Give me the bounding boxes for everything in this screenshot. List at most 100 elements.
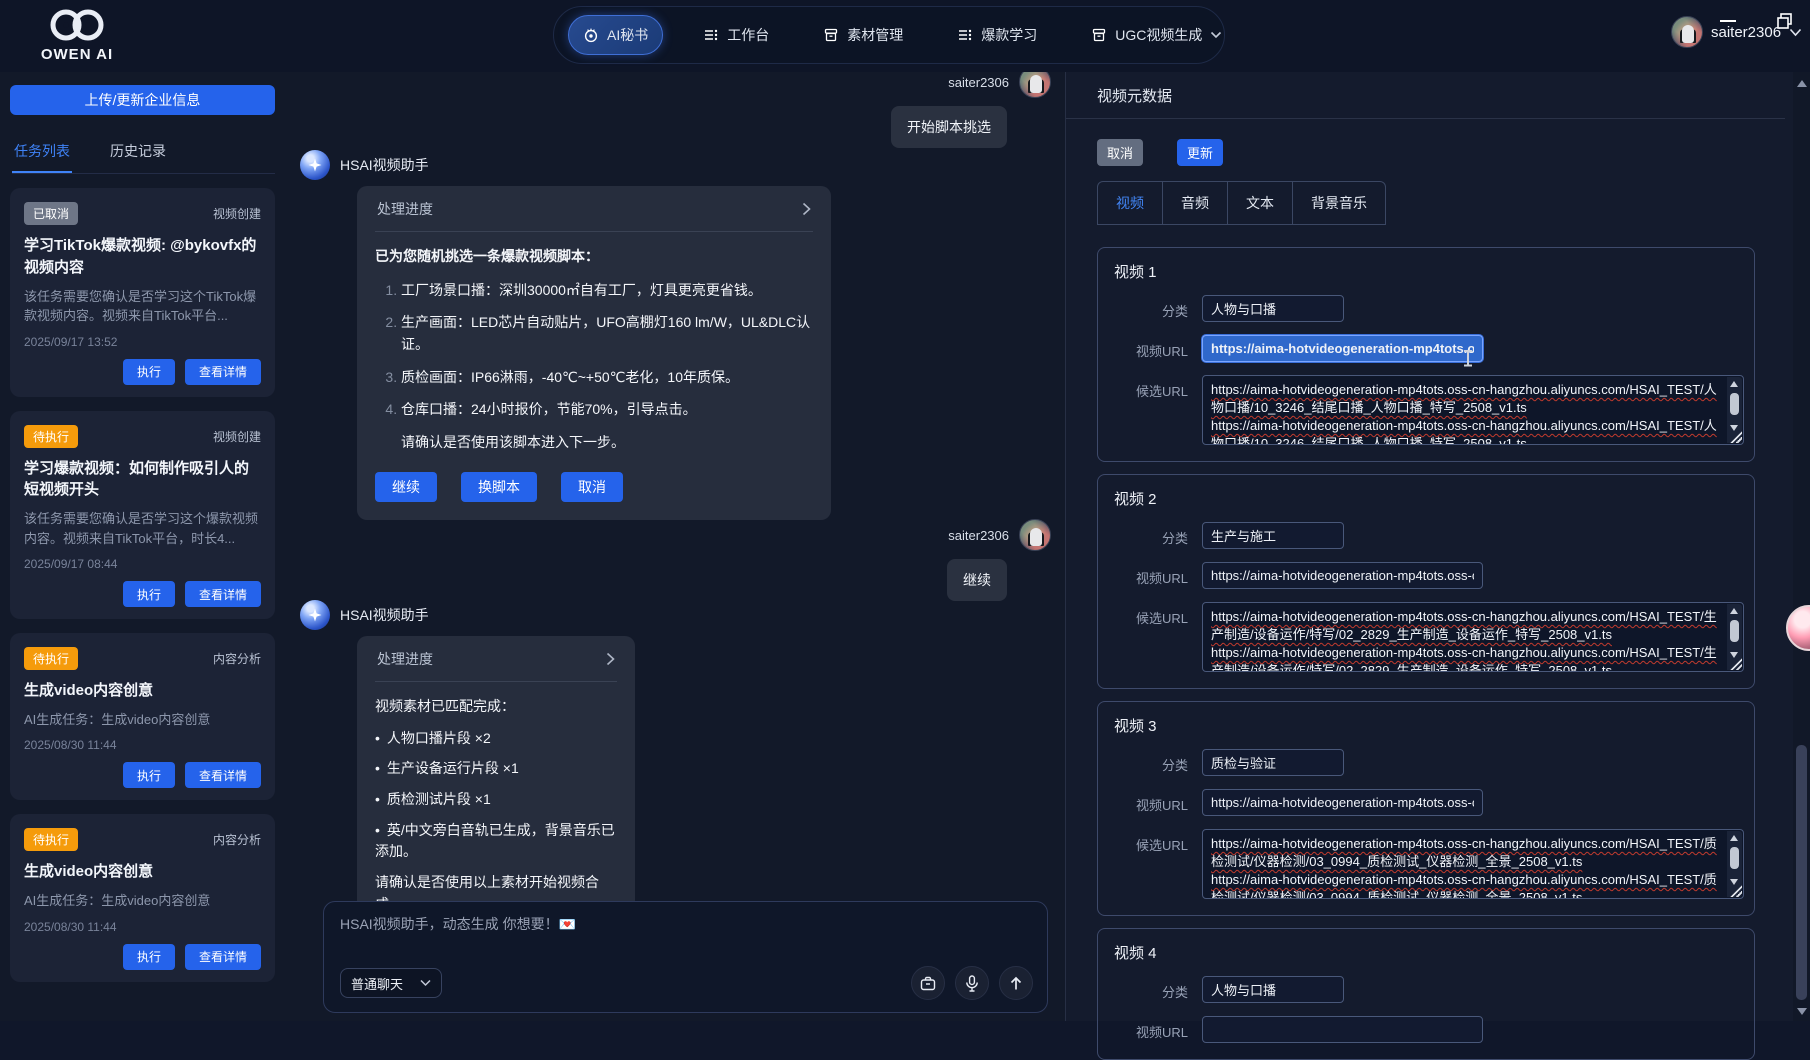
assistant-message: HSAI视频助手 处理进度 已为您随机挑选一条爆款视频脚本： 工厂场景口播：深圳… xyxy=(300,150,831,520)
task-sidebar: 上传/更新企业信息 任务列表 历史记录 已取消 视频创建 学习TikTok爆款视… xyxy=(0,72,285,1021)
infinity-logo-icon xyxy=(42,4,112,46)
user-message: saiter2306 继续 xyxy=(947,519,1051,601)
text-cursor-pointer xyxy=(1463,350,1473,366)
upload-company-info-button[interactable]: 上传/更新企业信息 xyxy=(10,85,275,115)
task-title: 学习TikTok爆款视频: @bykovfx的视频内容 xyxy=(24,235,261,279)
message-intro: 视频素材已匹配完成： xyxy=(375,696,617,718)
scroll-down-icon[interactable] xyxy=(1797,1008,1807,1015)
list-icon xyxy=(957,27,973,43)
view-detail-button[interactable]: 查看详情 xyxy=(185,944,261,970)
user-message-bubble: 继续 xyxy=(947,559,1007,601)
candidate-url-textarea[interactable]: https://aima-hotvideogeneration-mp4tots.… xyxy=(1202,829,1744,899)
scroll-up-icon[interactable] xyxy=(1730,608,1738,614)
execute-button[interactable]: 执行 xyxy=(123,359,175,385)
task-date: 2025/09/17 08:44 xyxy=(24,557,261,571)
toolbox-button[interactable] xyxy=(911,966,945,1000)
view-detail-button[interactable]: 查看详情 xyxy=(185,359,261,385)
task-type: 内容分析 xyxy=(213,831,261,848)
chat-input[interactable] xyxy=(340,916,1031,932)
category-input[interactable] xyxy=(1202,976,1344,1003)
nav-tab-material-manage[interactable]: 素材管理 xyxy=(809,16,917,54)
scrollbar-thumb[interactable] xyxy=(1730,393,1739,415)
video-section-title: 视频 4 xyxy=(1114,942,1738,963)
tab-bgm[interactable]: 背景音乐 xyxy=(1292,181,1386,225)
nav-tab-ugc-video[interactable]: UGC视频生成 xyxy=(1077,16,1236,54)
category-input[interactable] xyxy=(1202,295,1344,322)
main-scrollbar[interactable] xyxy=(1793,72,1810,1021)
tab-task-list[interactable]: 任务列表 xyxy=(12,133,72,173)
candidate-url: https://aima-hotvideogeneration-mp4tots.… xyxy=(1211,871,1719,899)
nav-tab-ai-secretary[interactable]: AI秘书 xyxy=(568,15,663,55)
chevron-down-icon xyxy=(1210,31,1222,39)
nav-tab-hot-learning[interactable]: 爆款学习 xyxy=(943,16,1051,54)
category-input[interactable] xyxy=(1202,522,1344,549)
switch-script-button[interactable]: 换脚本 xyxy=(461,472,537,502)
nav-tab-group: AI秘书 工作台 素材管理 爆款学习 xyxy=(553,6,1225,64)
chat-mode-select[interactable]: 普通聊天 xyxy=(340,968,442,998)
status-badge: 待执行 xyxy=(24,647,78,670)
chevron-right-icon xyxy=(802,202,811,216)
resize-grip[interactable] xyxy=(1729,657,1742,670)
scrollbar-thumb[interactable] xyxy=(1730,620,1739,642)
briefcase-icon xyxy=(920,976,936,991)
progress-header[interactable]: 处理进度 xyxy=(375,636,617,682)
category-label: 分类 xyxy=(1114,522,1188,547)
task-date: 2025/08/30 11:44 xyxy=(24,920,261,934)
video-url-input[interactable] xyxy=(1202,562,1483,589)
resize-grip[interactable] xyxy=(1729,884,1742,897)
video-url-input[interactable] xyxy=(1202,1016,1483,1043)
view-detail-button[interactable]: 查看详情 xyxy=(185,762,261,788)
user-menu[interactable]: saiter2306 xyxy=(1671,16,1802,48)
task-description: AI生成任务：生成video内容创意 xyxy=(24,710,261,730)
continue-button[interactable]: 继续 xyxy=(375,472,437,502)
scroll-up-icon[interactable] xyxy=(1730,835,1738,841)
video-url-label: 视频URL xyxy=(1114,1016,1188,1041)
cancel-button[interactable]: 取消 xyxy=(561,472,623,502)
archive-icon xyxy=(1091,27,1107,43)
execute-button[interactable]: 执行 xyxy=(123,581,175,607)
tab-video[interactable]: 视频 xyxy=(1097,181,1163,225)
resize-grip[interactable] xyxy=(1729,430,1742,443)
logo-text: OWEN AI xyxy=(22,46,132,63)
metadata-cancel-button[interactable]: 取消 xyxy=(1097,139,1143,166)
metadata-update-button[interactable]: 更新 xyxy=(1177,139,1223,166)
tab-history[interactable]: 历史记录 xyxy=(108,133,168,173)
top-navigation: OWEN AI AI秘书 工作台 素材管理 xyxy=(0,0,1810,72)
panel-title: 视频元数据 xyxy=(1097,85,1785,106)
video-section: 视频 2 分类 视频URL 候选URL https://aima-hotvide… xyxy=(1097,474,1755,689)
material-list-item: 人物口播片段 ×2 xyxy=(375,728,617,750)
category-input[interactable] xyxy=(1202,749,1344,776)
mic-button[interactable] xyxy=(955,966,989,1000)
scrollbar-thumb[interactable] xyxy=(1730,847,1739,869)
task-type: 内容分析 xyxy=(213,650,261,667)
video-metadata-panel: 视频元数据 取消 更新 视频 音频 文本 背景音乐 视频 1 分类 视频URL … xyxy=(1066,72,1793,1021)
send-button[interactable] xyxy=(999,966,1033,1000)
assistant-avatar xyxy=(300,150,330,180)
view-detail-button[interactable]: 查看详情 xyxy=(185,581,261,607)
nav-tab-workbench[interactable]: 工作台 xyxy=(689,16,783,54)
material-list-item: 质检测试片段 ×1 xyxy=(375,789,617,811)
tab-text[interactable]: 文本 xyxy=(1227,181,1293,225)
video-url-input[interactable] xyxy=(1202,335,1483,362)
execute-button[interactable]: 执行 xyxy=(123,762,175,788)
progress-header[interactable]: 处理进度 xyxy=(375,186,813,232)
candidate-url-label: 候选URL xyxy=(1114,829,1188,854)
tab-audio[interactable]: 音频 xyxy=(1162,181,1228,225)
execute-button[interactable]: 执行 xyxy=(123,944,175,970)
user-message-bubble: 开始脚本挑选 xyxy=(891,106,1007,148)
scrollbar-thumb[interactable] xyxy=(1796,745,1807,1000)
video-section: 视频 4 分类 视频URL xyxy=(1097,928,1755,1060)
task-card: 待执行 视频创建 学习爆款视频：如何制作吸引人的短视频开头 该任务需要您确认是否… xyxy=(10,411,275,620)
candidate-url: https://aima-hotvideogeneration-mp4tots.… xyxy=(1211,644,1719,672)
candidate-url-textarea[interactable]: https://aima-hotvideogeneration-mp4tots.… xyxy=(1202,375,1744,445)
scroll-up-icon[interactable] xyxy=(1797,80,1807,87)
chat-input-box: 普通聊天 xyxy=(323,901,1048,1013)
chevron-right-icon xyxy=(606,652,615,666)
candidate-url: https://aima-hotvideogeneration-mp4tots.… xyxy=(1211,381,1719,417)
category-label: 分类 xyxy=(1114,749,1188,774)
video-url-input[interactable] xyxy=(1202,789,1483,816)
star-icon xyxy=(308,608,322,622)
arrow-up-icon xyxy=(1009,976,1023,991)
scroll-up-icon[interactable] xyxy=(1730,381,1738,387)
candidate-url-textarea[interactable]: https://aima-hotvideogeneration-mp4tots.… xyxy=(1202,602,1744,672)
